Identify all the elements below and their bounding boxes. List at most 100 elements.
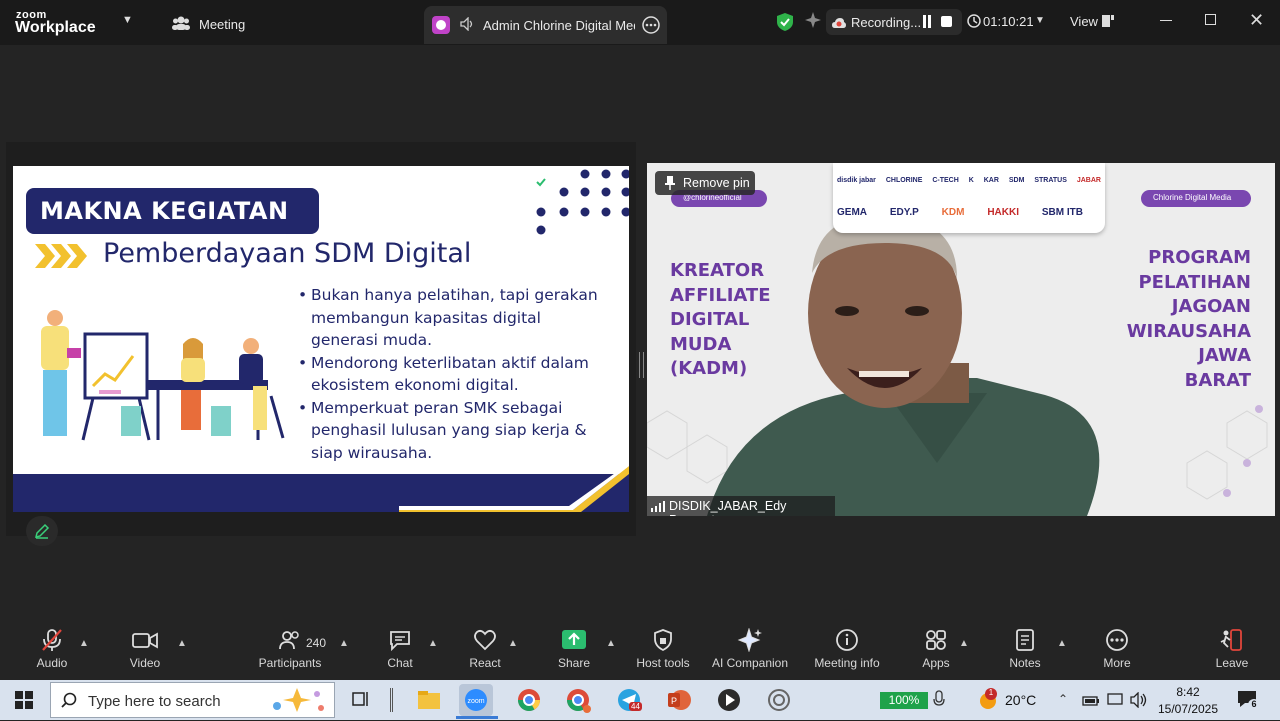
left-title-block: KREATOR AFFILIATE DIGITAL MUDA (KADM) bbox=[670, 260, 771, 379]
audio-options-icon[interactable]: ▲ bbox=[79, 638, 89, 649]
shared-slide: MAKNA KEGIATAN Pemberdayaan SDM Digital bbox=[13, 166, 629, 512]
logo-item: EDY.P bbox=[889, 207, 919, 218]
obs-app-icon[interactable] bbox=[762, 684, 796, 716]
pause-recording-icon[interactable] bbox=[921, 15, 933, 28]
chevron-down-icon[interactable]: ▼ bbox=[122, 14, 133, 26]
apps-button[interactable]: Apps bbox=[886, 628, 986, 670]
slide-bullets: • Bukan hanya pelatihan, tapi gerakan mem… bbox=[298, 284, 608, 464]
app-avatar-icon bbox=[432, 16, 450, 34]
more-button[interactable]: More bbox=[1067, 628, 1167, 670]
bullet-item: • Mendorong keterlibatan aktif dalam ekos… bbox=[298, 353, 589, 395]
audio-button[interactable]: Audio bbox=[2, 628, 102, 670]
view-label[interactable]: View bbox=[1070, 14, 1098, 29]
info-icon bbox=[836, 629, 858, 651]
video-options-icon[interactable]: ▲ bbox=[177, 638, 187, 649]
ai-companion-icon bbox=[737, 628, 762, 652]
display-tray-icon[interactable] bbox=[1107, 693, 1125, 712]
logo-item: GEMA bbox=[837, 207, 867, 218]
react-button[interactable]: React bbox=[435, 628, 535, 670]
meeting-label[interactable]: Meeting bbox=[199, 17, 245, 32]
ai-companion-button[interactable]: AI Companion bbox=[700, 628, 800, 670]
pencil-icon bbox=[34, 523, 50, 539]
participants-icon bbox=[279, 631, 299, 650]
heart-icon bbox=[474, 629, 496, 651]
media-player-icon[interactable] bbox=[712, 684, 746, 716]
panel-resize-handle[interactable] bbox=[639, 352, 644, 378]
ai-sparkle-icon[interactable] bbox=[804, 11, 822, 34]
remove-pin-button[interactable]: Remove pin bbox=[655, 171, 755, 195]
telegram-icon[interactable]: 44 bbox=[612, 684, 646, 716]
view-layout-icon[interactable] bbox=[1101, 14, 1115, 33]
leave-door-icon bbox=[1220, 629, 1242, 651]
muted-mic-icon bbox=[42, 629, 62, 651]
meeting-tab[interactable]: Admin Chlorine Digital Media bbox=[424, 6, 667, 44]
more-options-icon[interactable] bbox=[642, 16, 660, 39]
slide-footer-band bbox=[13, 466, 629, 512]
file-explorer-icon[interactable] bbox=[412, 684, 446, 716]
logo-item: HAKKI bbox=[987, 207, 1019, 218]
svg-text:P: P bbox=[671, 696, 677, 706]
annotate-pencil-button[interactable] bbox=[26, 516, 58, 546]
notification-count: 6 bbox=[1248, 699, 1260, 711]
tray-chevron-up-icon[interactable]: ⌃ bbox=[1058, 692, 1068, 706]
dots-decoration bbox=[536, 169, 629, 235]
recording-label: Recording... bbox=[851, 15, 922, 30]
stop-recording-icon[interactable] bbox=[941, 16, 952, 27]
powerpoint-icon[interactable]: P bbox=[662, 684, 696, 716]
notes-options-icon[interactable]: ▲ bbox=[1057, 638, 1067, 649]
participants-options-icon[interactable]: ▲ bbox=[339, 638, 349, 649]
slide-heading: MAKNA KEGIATAN bbox=[26, 188, 319, 234]
battery-tray-icon[interactable] bbox=[1082, 694, 1100, 712]
bullet-item: • Bukan hanya pelatihan, tapi gerakan mem… bbox=[298, 286, 598, 349]
chrome-profile-icon[interactable] bbox=[561, 684, 595, 716]
host-tools-button[interactable]: Host tools bbox=[613, 628, 713, 670]
pin-icon bbox=[665, 176, 675, 190]
logo-item: KDM bbox=[941, 207, 965, 218]
notes-button[interactable]: Notes bbox=[975, 628, 1075, 670]
logo-item: disdik jabar bbox=[837, 177, 876, 184]
minimize-icon[interactable] bbox=[1160, 20, 1172, 21]
workplace-logo-text: Workplace bbox=[15, 19, 96, 36]
right-title-block: PROGRAM PELATIHAN JAGOAN WIRAUSAHA JAWA BARAT bbox=[1126, 247, 1251, 391]
chrome-icon[interactable] bbox=[512, 684, 546, 716]
clock-date: 15/07/2025 bbox=[1157, 702, 1219, 716]
meeting-info-button[interactable]: Meeting info bbox=[797, 628, 897, 670]
camera-icon bbox=[132, 632, 158, 649]
logo-item: KAR bbox=[983, 177, 999, 184]
temperature: 20°C bbox=[1005, 692, 1037, 708]
notification-center-icon[interactable]: 6 bbox=[1237, 690, 1260, 713]
battery-indicator: 100% bbox=[880, 692, 928, 709]
logo-item: JABAR bbox=[1076, 177, 1101, 184]
weather-icon[interactable]: 1 bbox=[975, 688, 1001, 717]
notes-icon bbox=[1016, 629, 1034, 651]
weather-badge: 1 bbox=[985, 688, 997, 700]
leave-button[interactable]: Leave bbox=[1182, 628, 1280, 670]
apps-options-icon[interactable]: ▲ bbox=[959, 638, 969, 649]
close-icon[interactable]: ✕ bbox=[1249, 10, 1264, 31]
logo-item: C-TECH bbox=[932, 177, 959, 184]
speaker-icon bbox=[460, 16, 474, 36]
telegram-unread-badge: 44 bbox=[629, 702, 642, 711]
participants-count: 240 bbox=[306, 636, 327, 650]
more-dots-icon bbox=[1106, 629, 1128, 651]
security-shield-icon[interactable] bbox=[776, 12, 794, 37]
share-button[interactable]: Share bbox=[524, 628, 624, 670]
participant-name-tag: DISDIK_JABAR_Edy Purwanto bbox=[647, 496, 835, 516]
zoom-app-icon[interactable]: zoom bbox=[459, 684, 493, 716]
sponsor-logos-banner: disdik jabar CHLORINE C-TECH K KAR SDM S… bbox=[833, 163, 1105, 233]
timer-chevron-icon[interactable]: ▼ bbox=[1035, 15, 1045, 26]
signal-bars-icon bbox=[651, 501, 665, 512]
logo-item: K bbox=[968, 177, 974, 184]
logo-item: SDM bbox=[1008, 177, 1025, 184]
clock[interactable]: 8:42 15/07/2025 bbox=[1150, 684, 1226, 718]
react-options-icon[interactable]: ▲ bbox=[508, 638, 518, 649]
taskbar-search-box[interactable]: Type here to search bbox=[50, 682, 335, 718]
meeting-timer: 01:10:21 bbox=[983, 14, 1034, 29]
video-button[interactable]: Video bbox=[95, 628, 195, 670]
volume-icon[interactable] bbox=[1130, 691, 1148, 713]
task-view-icon[interactable] bbox=[352, 690, 370, 713]
windows-start-icon[interactable] bbox=[15, 691, 33, 714]
apps-icon bbox=[926, 630, 946, 650]
microphone-tray-icon[interactable] bbox=[932, 690, 946, 715]
restore-icon[interactable] bbox=[1205, 14, 1216, 25]
